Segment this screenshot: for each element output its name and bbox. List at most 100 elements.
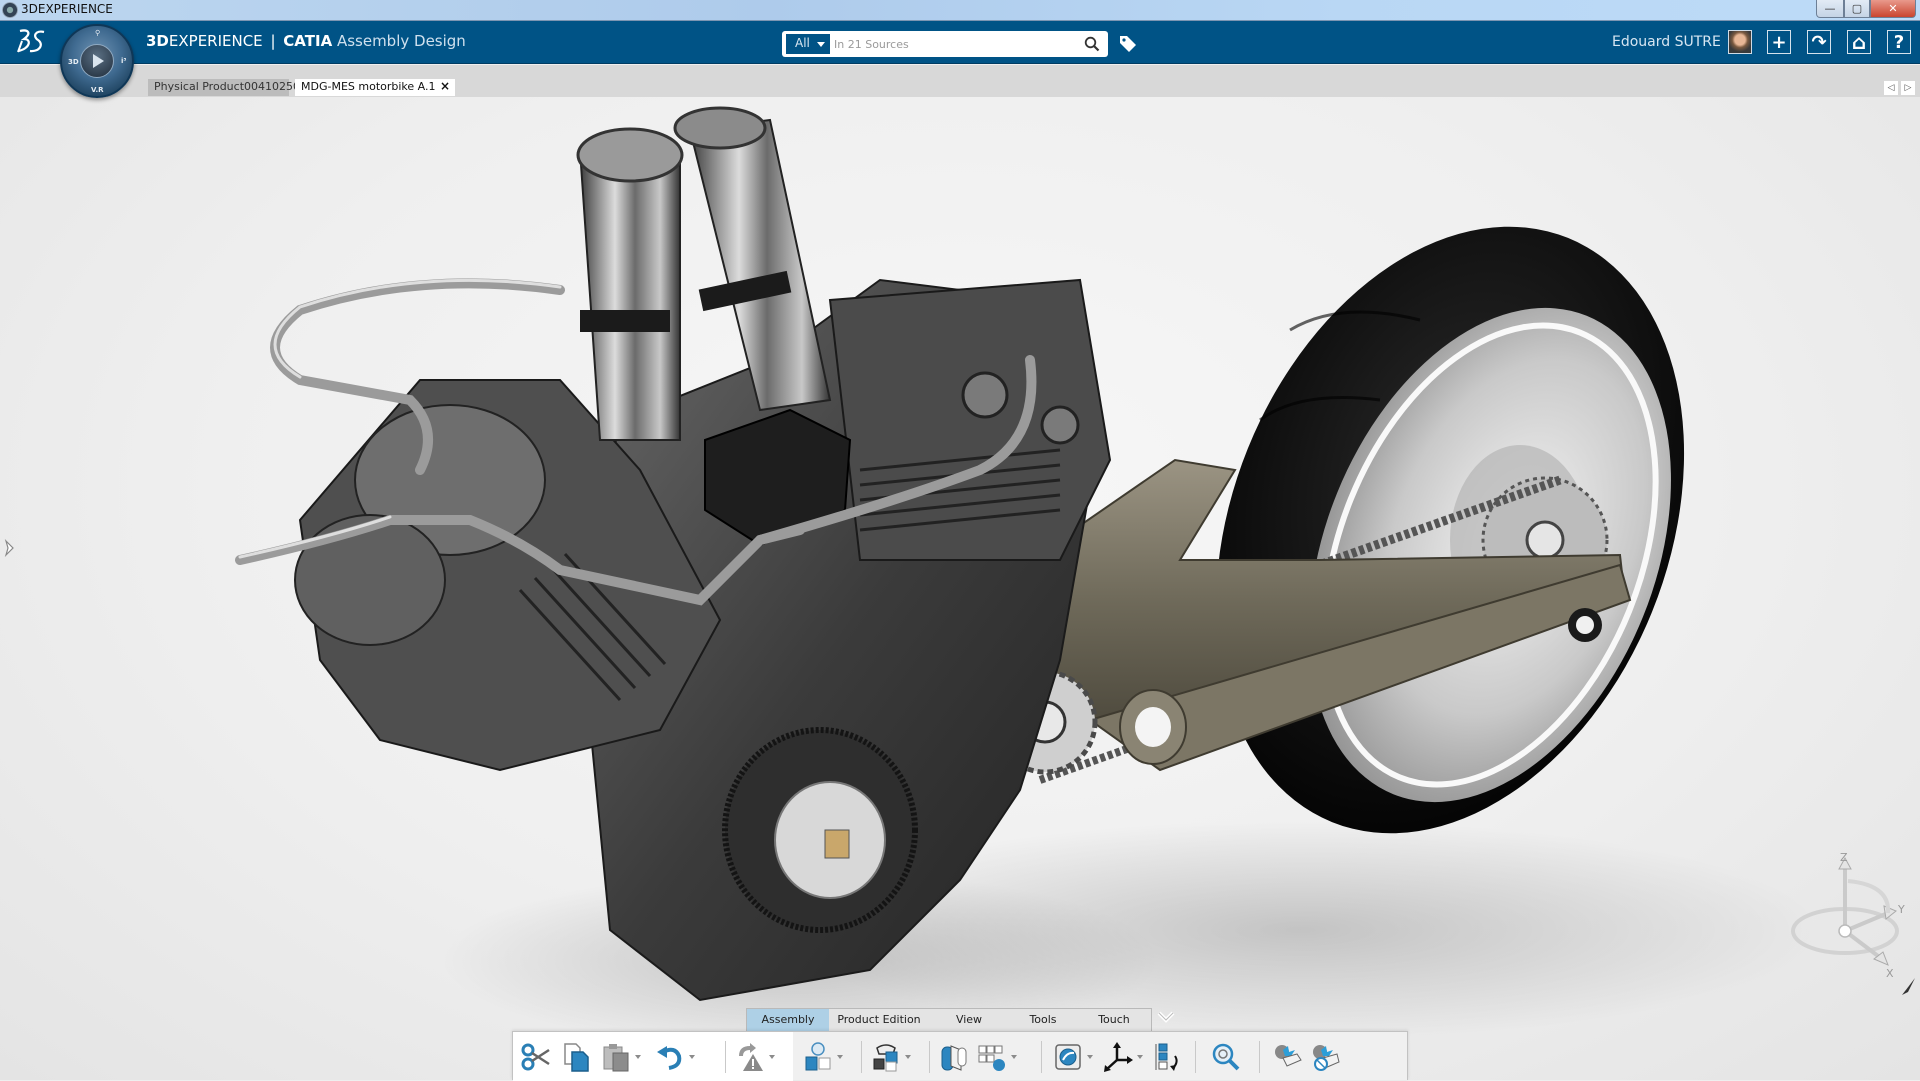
clash-filter-button[interactable] — [1311, 1042, 1341, 1072]
close-tab-icon[interactable]: × — [440, 79, 450, 93]
search-scope-dropdown[interactable]: All — [786, 34, 830, 54]
close-button[interactable]: ✕ — [1870, 0, 1916, 18]
compass-top-label[interactable]: ⚲ — [95, 29, 100, 37]
engineering-connection-button[interactable] — [803, 1042, 843, 1072]
tab-prev-button[interactable]: ◁ — [1884, 81, 1898, 95]
chevron-down-icon[interactable] — [1137, 1055, 1143, 1059]
3d-viewport[interactable]: Z Y X — [0, 97, 1920, 1080]
app-icon — [2, 2, 18, 18]
separator — [929, 1041, 930, 1073]
play-icon[interactable] — [92, 53, 105, 69]
window-controls: — ▢ ✕ — [1816, 0, 1916, 18]
search-input[interactable] — [834, 34, 1064, 54]
avatar[interactable] — [1728, 30, 1752, 54]
section-tab-view[interactable]: View — [929, 1009, 1009, 1031]
section-tab-touch[interactable]: Touch — [1077, 1009, 1151, 1031]
title-separator: | — [270, 32, 276, 50]
top-bar: 3DEXPERIENCE | CATIA Assembly Design All… — [0, 21, 1920, 64]
search-scope-label: All — [795, 36, 810, 50]
compass-widget[interactable]: ⚲ 3D i³ V.R — [60, 24, 134, 98]
section-tab-assembly[interactable]: Assembly — [747, 1009, 829, 1031]
expand-action-bar-icon[interactable] — [1155, 1009, 1177, 1025]
separator — [861, 1041, 862, 1073]
chevron-down-icon — [817, 42, 825, 47]
search-box: All — [782, 31, 1108, 57]
ds-logo-icon — [17, 29, 45, 53]
chevron-down-icon[interactable] — [905, 1055, 911, 1059]
chevron-down-icon[interactable] — [1011, 1055, 1017, 1059]
engineering-connection-icon — [805, 1042, 831, 1071]
chevron-down-icon[interactable] — [689, 1055, 695, 1059]
title-role: Assembly Design — [336, 32, 466, 50]
section-tab-tools[interactable]: Tools — [1009, 1009, 1077, 1031]
home-button[interactable]: ⌂ — [1847, 30, 1871, 54]
separator — [1259, 1041, 1260, 1073]
chevron-down-icon[interactable] — [635, 1055, 641, 1059]
reorder-tree-button[interactable] — [1153, 1042, 1183, 1072]
paste-icon — [603, 1044, 629, 1072]
tree-reorder-icon — [1155, 1043, 1178, 1071]
add-button[interactable]: + — [1767, 30, 1791, 54]
compass-vr-label[interactable]: V.R — [91, 86, 104, 94]
share-button[interactable]: ↷ — [1807, 30, 1831, 54]
update-warning-icon — [739, 1043, 763, 1071]
axis-system-button[interactable] — [1103, 1042, 1143, 1072]
cut-button[interactable] — [521, 1042, 551, 1072]
clash-section-button[interactable] — [939, 1042, 969, 1072]
separator — [725, 1041, 726, 1073]
section-tab-product-edition[interactable]: Product Edition — [829, 1009, 929, 1031]
dassault-logo[interactable] — [14, 27, 48, 57]
undo-icon — [657, 1046, 682, 1070]
motorbike-model[interactable] — [0, 97, 1920, 1080]
chevron-down-icon[interactable] — [1087, 1055, 1093, 1059]
copy-button[interactable] — [561, 1042, 591, 1072]
clash-filter-icon — [1313, 1045, 1340, 1071]
update-button[interactable] — [735, 1042, 775, 1072]
catalog-icon — [1055, 1044, 1081, 1070]
undo-button[interactable] — [655, 1042, 695, 1072]
title-app: CATIA — [283, 32, 333, 50]
search-icon[interactable] — [1084, 36, 1100, 52]
tag-icon[interactable] — [1118, 33, 1138, 53]
minimize-button[interactable]: — — [1816, 0, 1844, 18]
compass-social-label[interactable]: i³ — [121, 57, 126, 65]
maximize-button[interactable]: ▢ — [1844, 0, 1870, 18]
grab-component-icon — [873, 1044, 898, 1072]
document-tab-strip: Physical Product00410250 MDG-MES motorbi… — [0, 65, 1920, 97]
axis-triad[interactable]: Z Y X — [1790, 853, 1910, 983]
title-main: EXPERIENCE — [168, 32, 263, 50]
triad-x-label: X — [1886, 967, 1894, 980]
grab-component-button[interactable] — [871, 1042, 911, 1072]
pattern-button[interactable] — [977, 1042, 1017, 1072]
action-bar-sections: Assembly Product Edition View Tools Touc… — [746, 1008, 1152, 1031]
magnifier-target-icon — [1212, 1043, 1240, 1071]
title-prefix: 3D — [146, 32, 169, 50]
tab-label: MDG-MES motorbike A.1 — [301, 80, 436, 93]
user-name[interactable]: Edouard SUTRE — [1612, 34, 1721, 50]
axis-system-icon — [1104, 1042, 1133, 1072]
compass-3d-label[interactable]: 3D — [68, 58, 79, 66]
chevron-down-icon[interactable] — [769, 1055, 775, 1059]
panel-expand-icon[interactable] — [3, 539, 15, 557]
inspect-button[interactable] — [1211, 1042, 1241, 1072]
home-icon: ⌂ — [1851, 30, 1867, 54]
copy-icon — [564, 1043, 589, 1072]
tab-physical-product[interactable]: Physical Product00410250 — [148, 79, 300, 96]
catalog-button[interactable] — [1053, 1042, 1093, 1072]
action-bar — [512, 1031, 1408, 1081]
app-title: 3DEXPERIENCE | CATIA Assembly Design — [146, 32, 466, 50]
paste-button[interactable] — [601, 1042, 641, 1072]
share-icon: ↷ — [1811, 31, 1827, 53]
help-button[interactable]: ? — [1887, 30, 1911, 54]
separator — [1041, 1041, 1042, 1073]
separator — [1195, 1041, 1196, 1073]
clash-analysis-button[interactable] — [1273, 1042, 1303, 1072]
robot-cursor-icon[interactable] — [1900, 977, 1916, 997]
tab-next-button[interactable]: ▷ — [1901, 81, 1915, 95]
chevron-down-icon[interactable] — [837, 1055, 843, 1059]
rear-wheel[interactable] — [1130, 156, 1770, 903]
tab-motorbike[interactable]: MDG-MES motorbike A.1 × — [295, 79, 455, 96]
plus-icon: + — [1771, 31, 1787, 53]
window-title-bar: 3DEXPERIENCE — ▢ ✕ — [0, 0, 1920, 21]
section-icon — [941, 1045, 967, 1071]
